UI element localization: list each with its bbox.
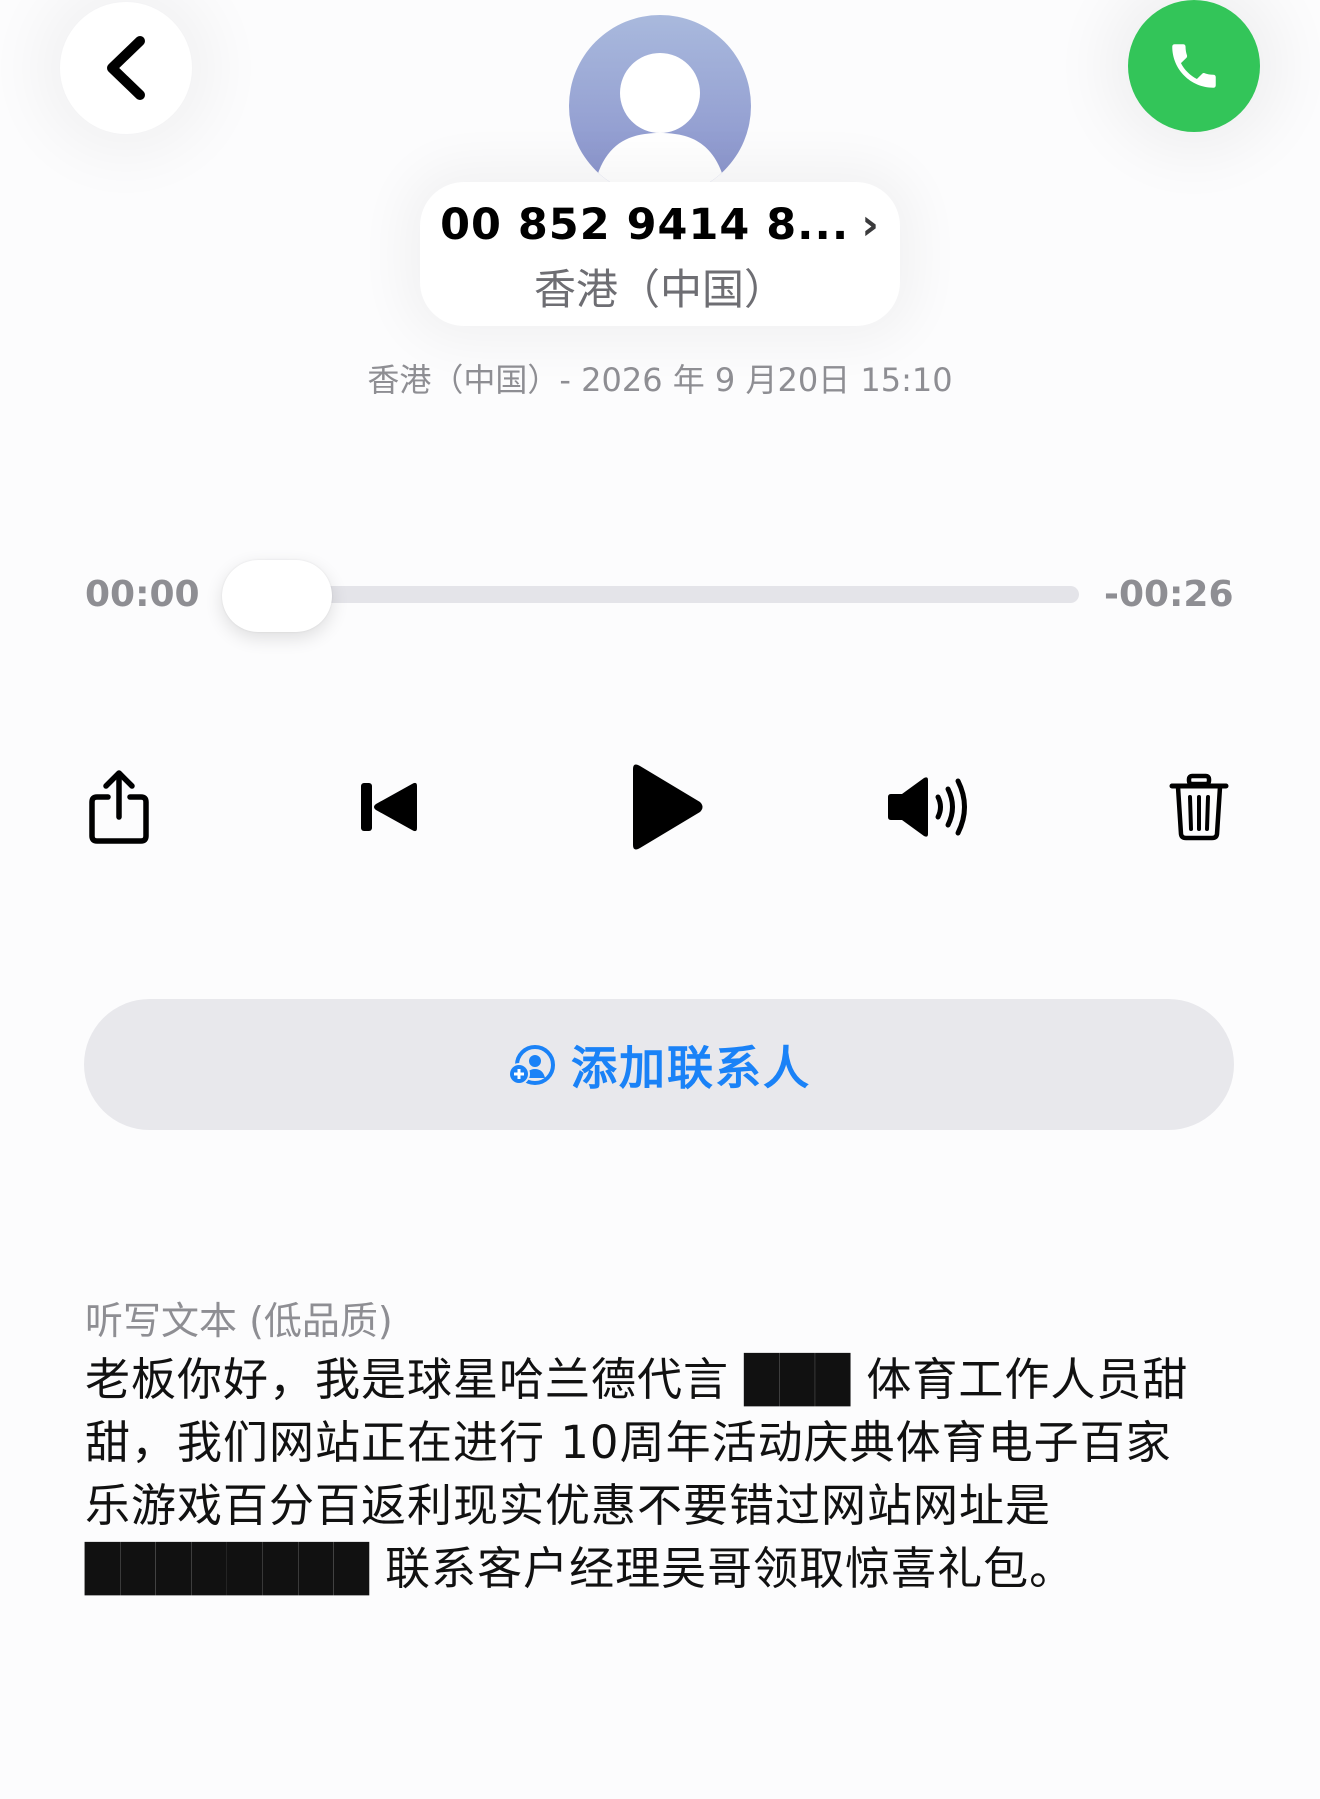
transcript-text: 老板你好，我是球星哈兰德代言 ███ 体育工作人员甜甜，我们网站正在进行 10周… xyxy=(85,1353,1189,1595)
skip-back-icon xyxy=(361,782,417,832)
back-button[interactable] xyxy=(60,2,192,134)
person-icon xyxy=(594,53,726,187)
caller-number[interactable]: 00 852 9414 8... › xyxy=(420,200,900,250)
scrubber-thumb[interactable] xyxy=(222,560,332,632)
remaining-time: -00:26 xyxy=(1104,574,1234,615)
transcript-title: 听写文本 (低品质) xyxy=(85,1299,393,1343)
speaker-volume-icon xyxy=(888,777,967,837)
share-button[interactable] xyxy=(64,752,174,862)
call-date-info: 香港（中国）- 2026 年 9 月20日 15:10 xyxy=(367,361,953,399)
avatar xyxy=(569,15,751,197)
play-button[interactable] xyxy=(610,752,720,862)
add-contact-button[interactable]: 添加联系人 xyxy=(84,999,1234,1130)
call-button[interactable] xyxy=(1128,0,1260,132)
chevron-left-icon xyxy=(107,36,145,100)
add-person-icon xyxy=(508,1044,555,1085)
chevron-right-icon: › xyxy=(861,200,880,250)
add-contact-label: 添加联系人 xyxy=(571,1040,811,1095)
delete-button[interactable] xyxy=(1144,752,1254,862)
elapsed-time: 00:00 xyxy=(85,574,200,615)
phone-icon xyxy=(1172,44,1216,88)
skip-back-button[interactable] xyxy=(335,752,445,862)
volume-button[interactable] xyxy=(876,752,986,862)
play-icon xyxy=(633,764,703,850)
caller-region: 香港（中国） xyxy=(533,265,786,314)
progress-track[interactable] xyxy=(280,586,1079,603)
caller-number-text: 00 852 9414 8... xyxy=(440,200,850,250)
trash-icon xyxy=(1169,773,1229,841)
share-icon xyxy=(89,770,149,844)
